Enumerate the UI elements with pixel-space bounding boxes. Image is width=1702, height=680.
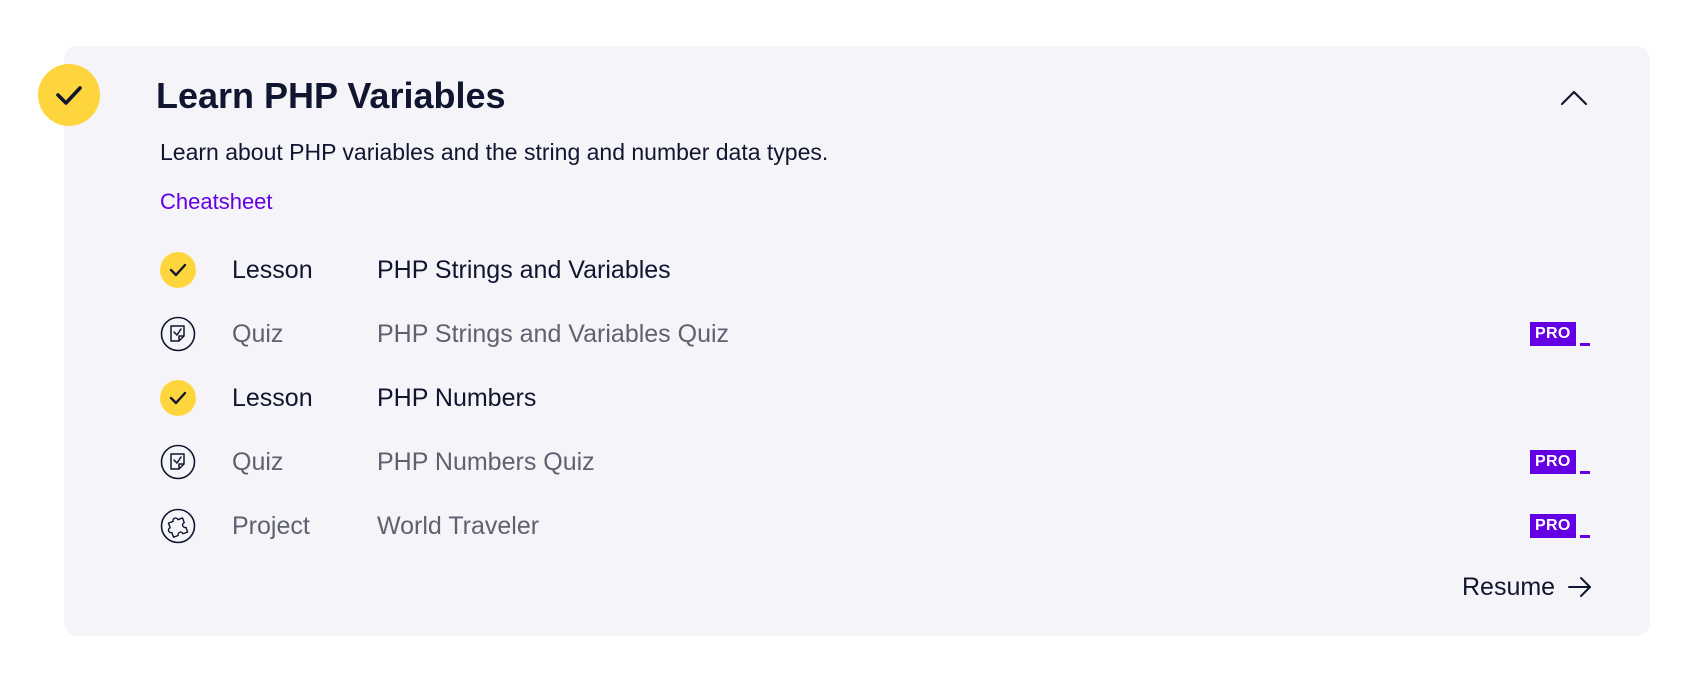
resume-button[interactable]: Resume — [1462, 570, 1593, 604]
list-item-lesson-numbers[interactable]: Lesson PHP Numbers — [160, 378, 1590, 418]
quiz-icon — [160, 444, 196, 480]
pro-badge-cursor — [1579, 535, 1590, 538]
module-completed-check-icon — [38, 64, 100, 126]
arrow-right-icon — [1567, 576, 1593, 598]
pro-badge: PRO — [1530, 318, 1590, 346]
check-icon — [56, 86, 82, 105]
list-item-quiz-strings[interactable]: Quiz PHP Strings and Variables Quiz PRO — [160, 314, 1590, 354]
list-item-quiz-numbers[interactable]: Quiz PHP Numbers Quiz PRO — [160, 442, 1590, 482]
pro-badge-cursor — [1579, 343, 1590, 346]
quiz-icon — [160, 316, 196, 352]
pro-badge-label: PRO — [1530, 450, 1576, 474]
item-type: Lesson — [232, 256, 313, 284]
module-card: Learn PHP Variables Learn about PHP vari… — [38, 46, 1650, 636]
pro-badge-label: PRO — [1530, 322, 1576, 346]
item-type: Quiz — [232, 448, 284, 476]
check-icon — [169, 263, 187, 277]
item-title-link[interactable]: PHP Strings and Variables Quiz — [377, 318, 729, 350]
check-icon — [169, 391, 187, 405]
list-item-lesson-strings[interactable]: Lesson PHP Strings and Variables — [160, 250, 1590, 290]
list-item-project-world-traveler[interactable]: Project World Traveler PRO — [160, 506, 1590, 546]
page: Learn PHP Variables Learn about PHP vari… — [0, 0, 1702, 680]
item-completed-icon — [160, 380, 196, 416]
pro-badge-cursor — [1579, 471, 1590, 474]
item-type: Project — [232, 512, 310, 540]
puzzle-icon — [160, 508, 196, 544]
cheatsheet-link[interactable]: Cheatsheet — [160, 187, 273, 217]
module-description: Learn about PHP variables and the string… — [160, 139, 829, 165]
item-title-link[interactable]: World Traveler — [377, 510, 539, 542]
resume-label: Resume — [1462, 573, 1556, 601]
module-title: Learn PHP Variables — [156, 75, 506, 116]
item-type: Lesson — [232, 384, 313, 412]
item-completed-icon — [160, 252, 196, 288]
item-type: Quiz — [232, 320, 284, 348]
item-title-link[interactable]: PHP Strings and Variables — [377, 254, 671, 286]
chevron-up-icon — [1560, 90, 1588, 106]
item-title-link[interactable]: PHP Numbers — [377, 382, 536, 414]
pro-badge: PRO — [1530, 446, 1590, 474]
pro-badge: PRO — [1530, 510, 1590, 538]
pro-badge-label: PRO — [1530, 514, 1576, 538]
collapse-button[interactable] — [1554, 82, 1594, 114]
item-title-link[interactable]: PHP Numbers Quiz — [377, 446, 595, 478]
